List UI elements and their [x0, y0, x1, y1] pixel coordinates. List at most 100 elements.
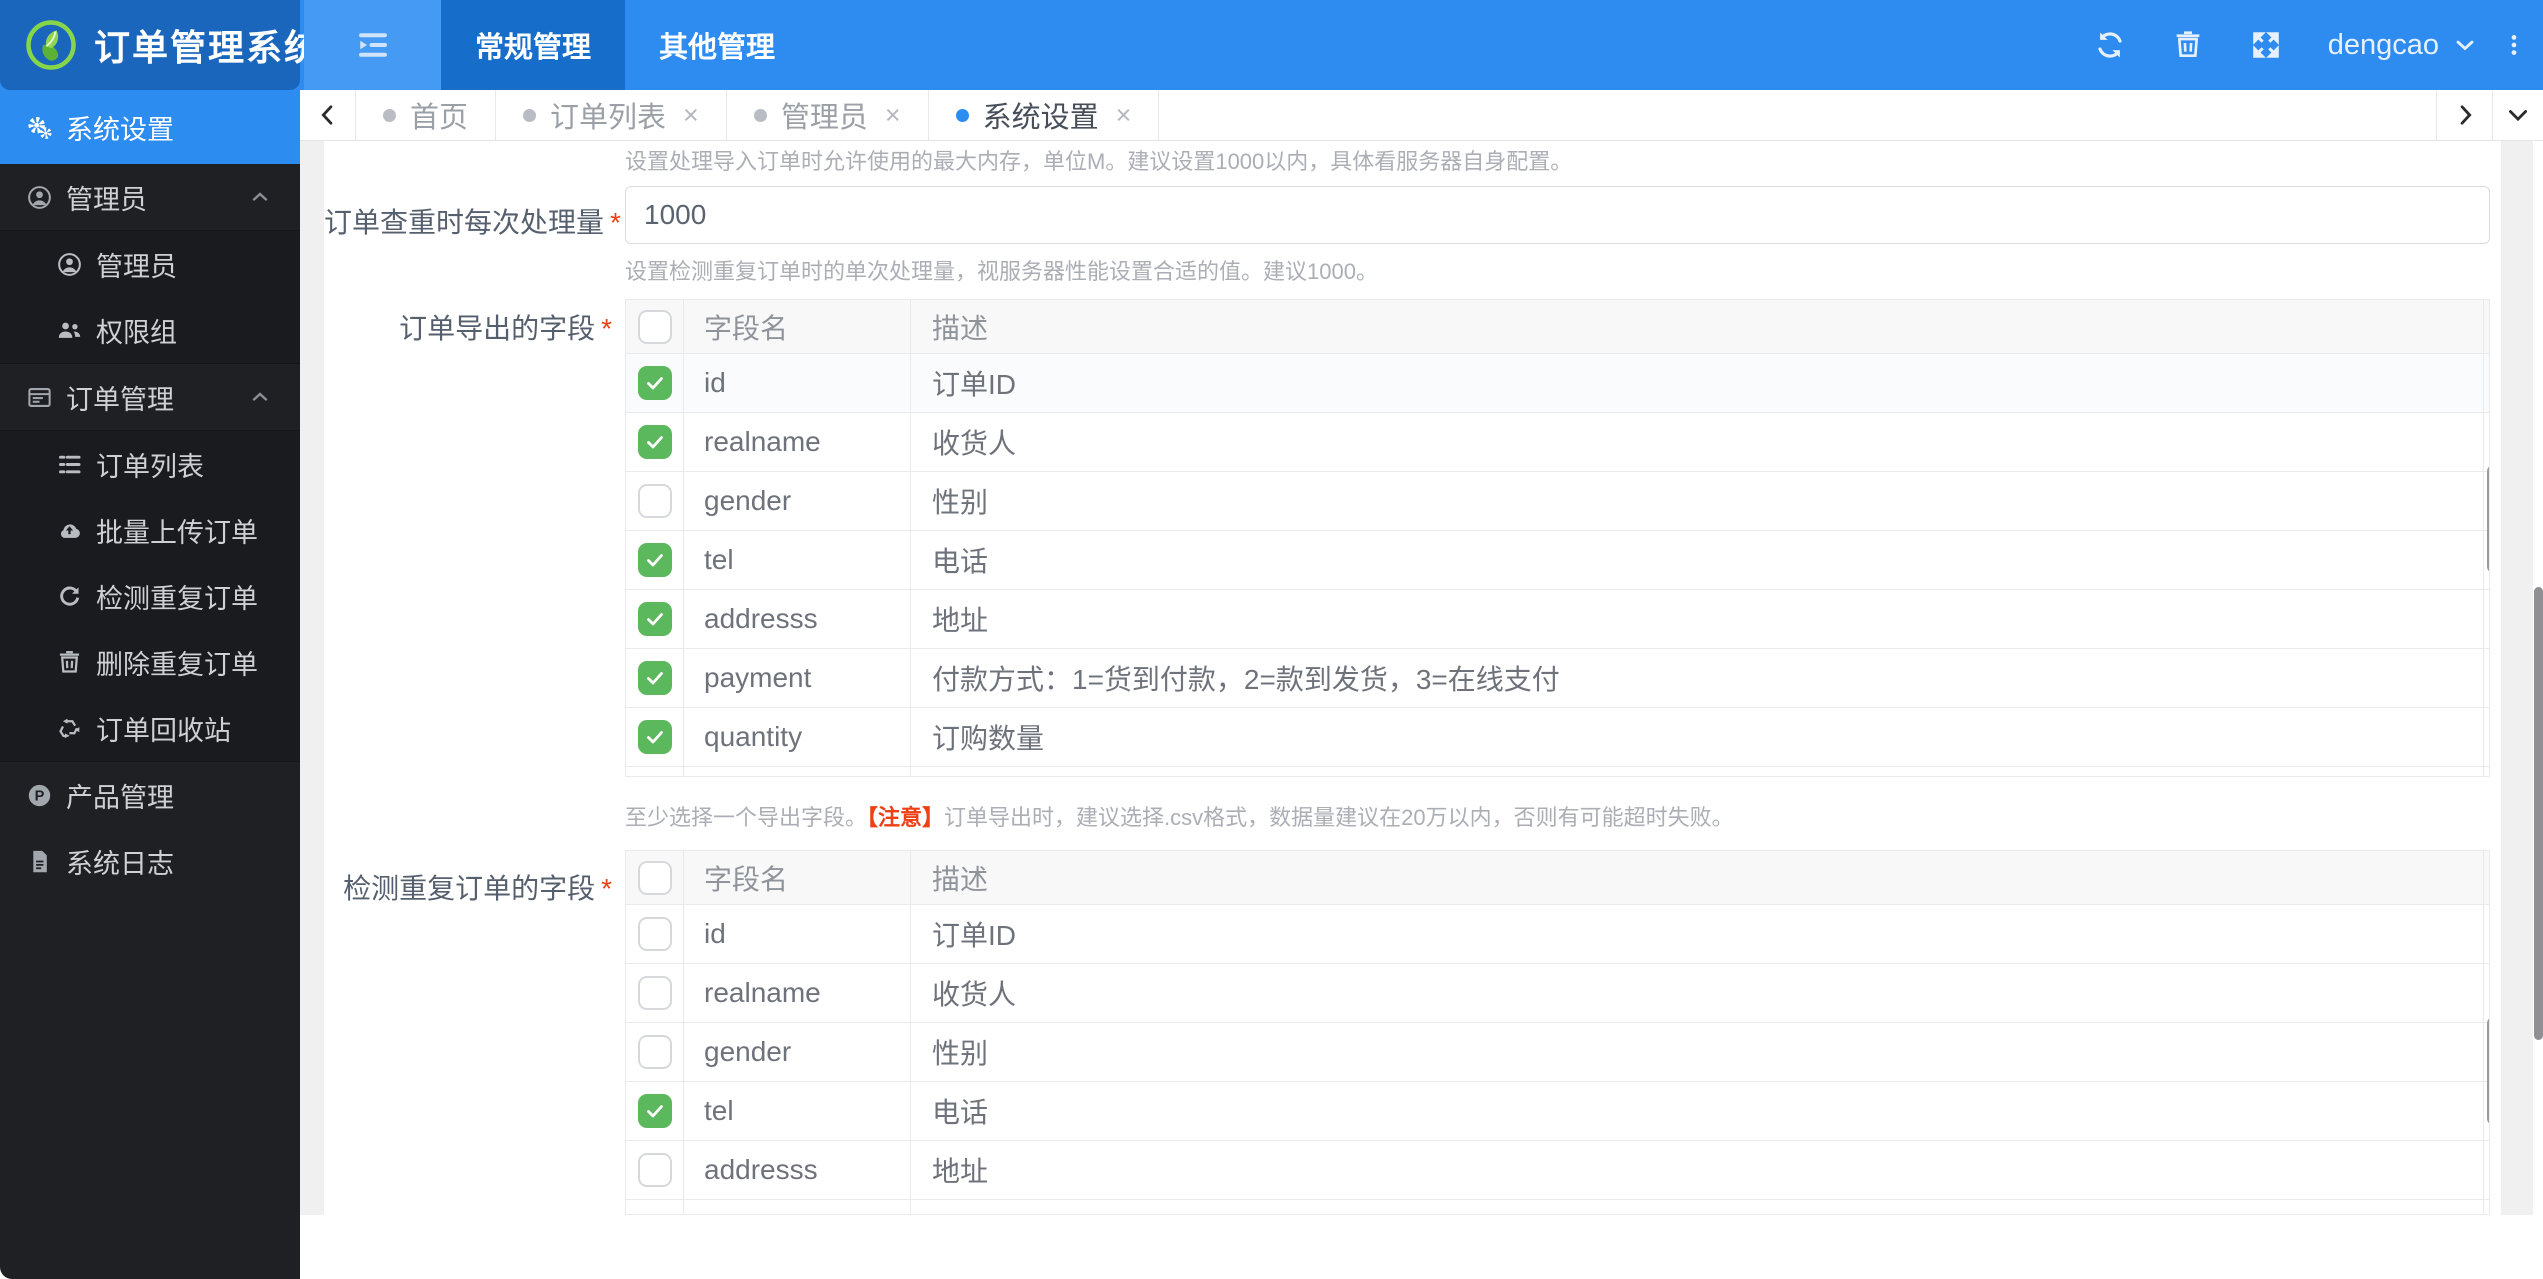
sidebar-subitem-批量上传订单[interactable]: 批量上传订单 [0, 497, 300, 563]
row-checkbox-cell [626, 354, 684, 412]
field-desc-cell: 付款方式：1=货到付款，2=款到发货，3=在线支付 [932, 664, 1560, 695]
field-desc-cell: 电话 [932, 546, 989, 577]
sidebar-item-label: 订单回收站 [96, 715, 231, 746]
row-checkbox-cell [626, 413, 684, 471]
row-checkbox-cell [626, 767, 684, 776]
field-desc-cell: 地址 [932, 1156, 989, 1187]
chevron-up-icon [248, 185, 272, 209]
table-scrollbar-track [2483, 851, 2484, 1214]
user-icon [26, 184, 53, 211]
sidebar-item-label: 订单列表 [96, 451, 204, 482]
row-checkbox[interactable] [637, 976, 672, 1010]
sidebar-item-产品管理[interactable]: P 产品管理 [0, 762, 300, 828]
top-menu: 常规管理 其他管理 [441, 0, 809, 90]
tab-close-icon[interactable]: × [1116, 101, 1132, 129]
settings-form: 设置处理导入订单时允许使用的最大内存，单位M。建议设置1000以内，具体看服务器… [324, 141, 2501, 1215]
main-content: 设置处理导入订单时允许使用的最大内存，单位M。建议设置1000以内，具体看服务器… [300, 141, 2543, 1279]
tab-bar: 首页 订单列表 × 管理员 × 系统设置 × [300, 90, 2543, 141]
sidebar: 系统设置 管理员 管理员 权限组 订单管理 订单列表 批量上传订单 检测重复订单 删除重复订单订… [0, 90, 300, 1279]
table-row: id 订单ID [626, 354, 2489, 413]
sidebar-item-label: 管理员 [96, 251, 177, 282]
tab-首页[interactable]: 首页 [356, 90, 497, 140]
sidebar-item-系统日志[interactable]: 系统日志 [0, 828, 300, 894]
tab-管理员[interactable]: 管理员 × [727, 90, 929, 140]
row-checkbox[interactable] [637, 484, 672, 518]
tab-status-dot-icon [523, 108, 537, 122]
sidebar-item-label: 权限组 [96, 317, 177, 348]
required-asterisk: * [601, 873, 612, 904]
app-root: 订单管理系统 常规管理 其他管理 dengcao 系统设置 管理员 管理员 权限… [0, 0, 2543, 1279]
fullscreen-icon[interactable] [2250, 29, 2282, 61]
sidebar-item-订单管理[interactable]: 订单管理 [0, 364, 300, 430]
row-checkbox[interactable] [637, 1035, 672, 1069]
row-checkbox[interactable] [637, 366, 672, 400]
row-checkbox[interactable] [637, 543, 672, 577]
sidebar-subitem-检测重复订单[interactable]: 检测重复订单 [0, 563, 300, 629]
table-header-row: 字段名 描述 [626, 851, 2489, 905]
top-menu-item[interactable]: 常规管理 [441, 0, 626, 90]
field-label-text: 订单查重时每次处理量 [324, 207, 605, 238]
table-row: quantity 订购数量 [626, 708, 2489, 767]
help-export-prefix: 至少选择一个导出字段。 [625, 805, 868, 830]
table-scrollbar-thumb[interactable] [2487, 465, 2489, 573]
main-scrollbar-thumb[interactable] [2534, 587, 2543, 1040]
row-checkbox[interactable] [637, 602, 672, 636]
tab-close-icon[interactable]: × [683, 101, 699, 129]
batch-size-input[interactable] [625, 186, 2490, 244]
sidebar-item-系统设置[interactable]: 系统设置 [0, 90, 300, 164]
refresh-icon[interactable] [2094, 29, 2126, 61]
required-asterisk: * [610, 207, 621, 238]
row-checkbox-cell [626, 964, 684, 1022]
sidebar-subitem-订单列表[interactable]: 订单列表 [0, 431, 300, 497]
chevron-left-icon [314, 101, 342, 129]
table-row: id 订单ID [626, 905, 2489, 964]
orders-icon [26, 384, 53, 411]
row-checkbox-cell [626, 1141, 684, 1199]
sidebar-item-label: 检测重复订单 [96, 583, 258, 614]
field-desc-cell: 收货人 [932, 428, 1017, 459]
column-header: 字段名 [684, 851, 911, 904]
tabs-scroll-left-button[interactable] [300, 90, 356, 140]
row-checkbox[interactable] [637, 917, 672, 951]
sidebar-item-label: 删除重复订单 [96, 649, 258, 680]
row-checkbox[interactable] [637, 425, 672, 459]
trash-icon[interactable] [2172, 29, 2204, 61]
row-checkbox[interactable] [637, 661, 672, 695]
field-label-text: 检测重复订单的字段 [343, 873, 596, 904]
column-header: 描述 [932, 312, 989, 344]
tabs-menu-button[interactable] [2492, 90, 2543, 140]
top-menu-item[interactable]: 其他管理 [625, 0, 809, 90]
refresh-icon [56, 583, 83, 610]
field-name-cell [684, 1200, 911, 1214]
row-checkbox-cell [626, 905, 684, 963]
field-name-cell: addresss [684, 1141, 911, 1199]
tabs-scroll-right-button[interactable] [2436, 90, 2492, 140]
sidebar-toggle-button[interactable] [304, 0, 441, 90]
field-desc-cell: 收货人 [932, 979, 1017, 1010]
tab-close-icon[interactable]: × [885, 101, 901, 129]
select-all-checkbox[interactable] [637, 309, 672, 344]
row-checkbox[interactable] [637, 720, 672, 754]
user-menu[interactable]: dengcao [2328, 29, 2479, 62]
select-all-checkbox[interactable] [637, 860, 672, 895]
table-scrollbar-thumb[interactable] [2487, 1017, 2489, 1125]
row-checkbox-cell [626, 531, 684, 589]
field-desc-cell: 订单ID [932, 920, 1017, 951]
sidebar-subitem-权限组[interactable]: 权限组 [0, 297, 300, 363]
tab-系统设置[interactable]: 系统设置 × [929, 90, 1160, 140]
tab-label: 首页 [410, 102, 469, 134]
gears-icon [26, 114, 53, 141]
field-label-dup-fields: 检测重复订单的字段 * [324, 867, 612, 907]
sidebar-subitem-删除重复订单[interactable]: 删除重复订单 [0, 629, 300, 695]
top-header: 订单管理系统 常规管理 其他管理 dengcao [0, 0, 2543, 90]
header-actions: dengcao [2094, 0, 2543, 90]
row-checkbox[interactable] [637, 1153, 672, 1187]
sidebar-item-管理员[interactable]: 管理员 [0, 164, 300, 230]
sidebar-subitem-订单回收站[interactable]: 订单回收站 [0, 695, 300, 761]
row-checkbox[interactable] [637, 1094, 672, 1128]
tab-订单列表[interactable]: 订单列表 × [496, 90, 727, 140]
kebab-menu-icon[interactable] [2501, 29, 2527, 61]
sidebar-subitem-管理员[interactable]: 管理员 [0, 231, 300, 297]
table-scrollbar-track [2483, 300, 2484, 776]
column-header: 描述 [932, 863, 989, 895]
